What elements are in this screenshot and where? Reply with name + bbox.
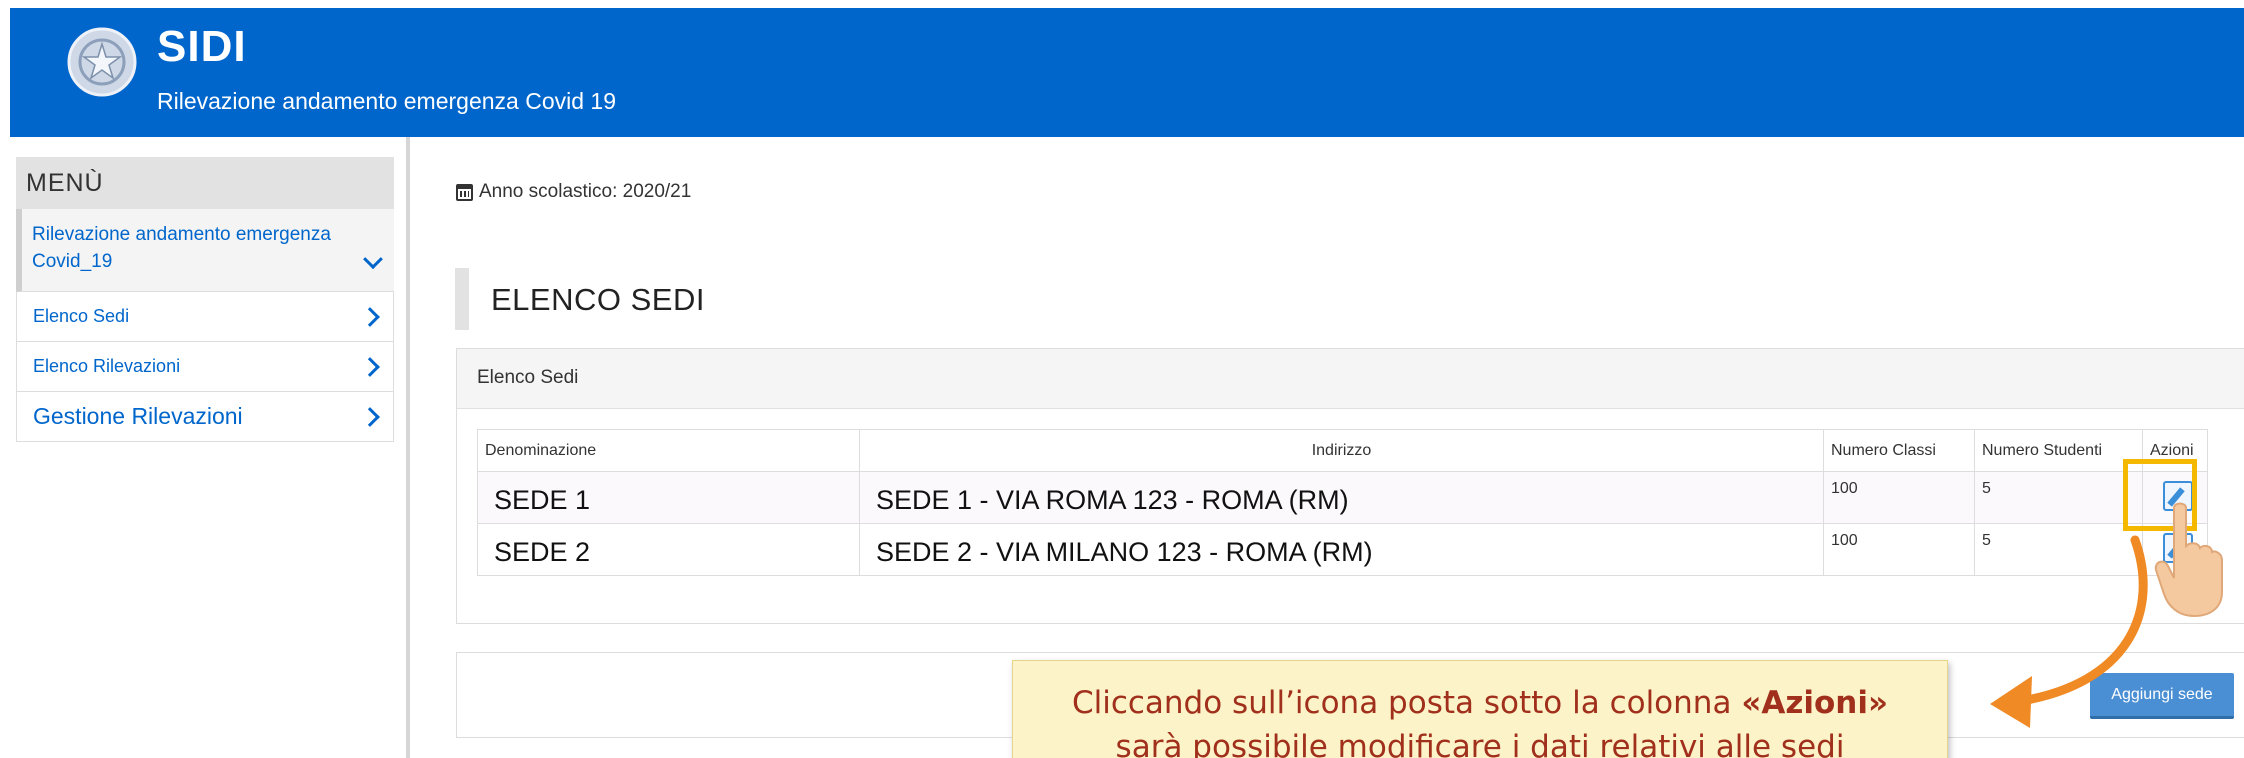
sidebar-item-label-line1: Rilevazione andamento emergenza bbox=[32, 224, 331, 245]
sidebar-item-rilevazione-covid[interactable]: Rilevazione andamento emergenza Covid_19 bbox=[16, 209, 394, 292]
school-year-label: Anno scolastico: 2020/21 bbox=[479, 181, 692, 202]
sidebar-item-label: Gestione Rilevazioni bbox=[33, 403, 243, 429]
sidebar-menu: MENÙ Rilevazione andamento emergenza Cov… bbox=[16, 157, 394, 442]
sidebar-item-elenco-rilevazioni[interactable]: Elenco Rilevazioni bbox=[16, 342, 394, 392]
chevron-right-icon bbox=[360, 356, 380, 377]
cell-numero-classi: 100 bbox=[1823, 471, 1975, 524]
cell-indirizzo: SEDE 2 - VIA MILANO 123 - ROMA (RM) bbox=[859, 523, 1824, 576]
header: SIDI Rilevazione andamento emergenza Cov… bbox=[0, 0, 2244, 137]
sedi-table: Denominazione Indirizzo Numero Classi Nu… bbox=[477, 429, 2208, 576]
callout-line1: Cliccando sull’icona posta sotto la colo… bbox=[1013, 681, 1947, 725]
table-row: SEDE 1 SEDE 1 - VIA ROMA 123 - ROMA (RM)… bbox=[477, 471, 2208, 524]
column-header-numero-classi: Numero Classi bbox=[1823, 429, 1975, 472]
sidebar-item-label: Elenco Sedi bbox=[33, 306, 130, 326]
chevron-right-icon bbox=[360, 406, 380, 427]
sidebar-item-label-line2: Covid_19 bbox=[32, 251, 113, 272]
table-row: SEDE 2 SEDE 2 - VIA MILANO 123 - ROMA (R… bbox=[477, 523, 2208, 576]
table-header-row: Denominazione Indirizzo Numero Classi Nu… bbox=[477, 429, 2208, 472]
callout-line2: sarà possibile modificare i dati relativ… bbox=[1115, 729, 1845, 758]
app-title: SIDI bbox=[157, 22, 247, 71]
chevron-right-icon bbox=[360, 306, 380, 327]
column-header-indirizzo: Indirizzo bbox=[859, 429, 1824, 472]
column-header-denominazione: Denominazione bbox=[477, 429, 860, 472]
callout-text: Cliccando sull’icona posta sotto la colo… bbox=[1071, 685, 1742, 721]
school-year: Anno scolastico: 2020/21 bbox=[456, 181, 691, 203]
cell-denominazione: SEDE 1 bbox=[477, 471, 860, 524]
menu-title: MENÙ bbox=[16, 157, 394, 209]
cell-denominazione: SEDE 2 bbox=[477, 523, 860, 576]
sidebar-item-label: Elenco Rilevazioni bbox=[33, 356, 181, 376]
header-band bbox=[10, 8, 2244, 137]
panel-title: Elenco Sedi bbox=[457, 349, 2244, 409]
calendar-icon bbox=[456, 183, 473, 201]
sidebar-item-gestione-rilevazioni[interactable]: Gestione Rilevazioni bbox=[16, 392, 394, 442]
vertical-divider bbox=[406, 137, 410, 758]
column-header-numero-studenti: Numero Studenti bbox=[1974, 429, 2143, 472]
cell-numero-classi: 100 bbox=[1823, 523, 1975, 576]
cell-numero-studenti: 5 bbox=[1974, 471, 2143, 524]
cell-indirizzo: SEDE 1 - VIA ROMA 123 - ROMA (RM) bbox=[859, 471, 1824, 524]
app-subtitle: Rilevazione andamento emergenza Covid 19 bbox=[157, 88, 617, 114]
instruction-callout: Cliccando sull’icona posta sotto la colo… bbox=[1012, 660, 1948, 758]
callout-bold-term: «Azioni» bbox=[1741, 685, 1889, 721]
page-title: ELENCO SEDI bbox=[455, 268, 705, 330]
sidebar-item-elenco-sedi[interactable]: Elenco Sedi bbox=[16, 292, 394, 342]
emblem-icon bbox=[67, 27, 137, 97]
curved-arrow-icon bbox=[1990, 535, 2148, 728]
